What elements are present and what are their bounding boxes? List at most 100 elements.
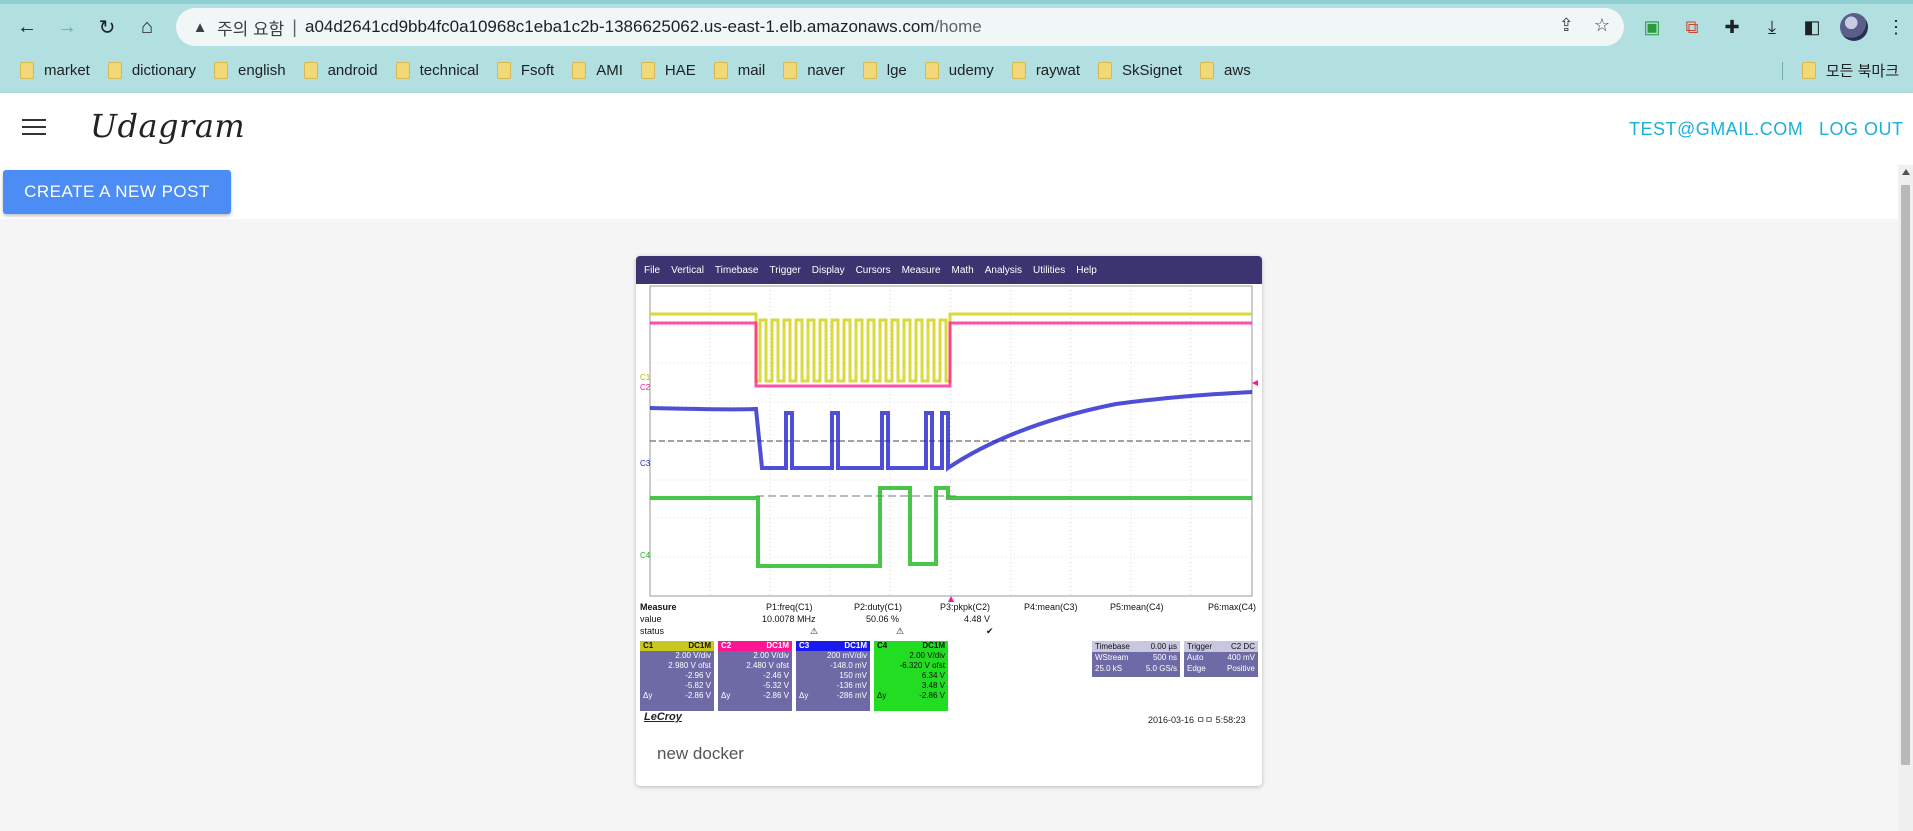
share-icon[interactable]: ⇪ (1559, 15, 1574, 36)
channel-line: -2.96 V (685, 671, 711, 680)
status-label: status (640, 626, 665, 636)
bookmark-star-icon[interactable]: ☆ (1594, 15, 1610, 36)
bookmark-folder[interactable]: HAE (640, 61, 696, 79)
channel-line: -148.0 mV (830, 661, 867, 670)
bookmark-folder[interactable]: udemy (924, 61, 994, 79)
page-scrollbar[interactable] (1898, 165, 1913, 831)
folder-icon (640, 61, 655, 79)
channel-coupling: DC1M (766, 641, 789, 650)
bookmark-folder[interactable]: naver (783, 61, 845, 79)
timebase-panel: Timebase 0.00 µs WStream 500 ns 25.0 kS 5.0… (1092, 641, 1180, 677)
timebase-label: Timebase (1095, 642, 1130, 651)
channel-line: -2.86 V (763, 691, 789, 700)
scroll-up-icon[interactable] (1902, 169, 1910, 175)
bookmark-folder[interactable]: raywat (1011, 61, 1080, 79)
side-panel-icon[interactable]: ◧ (1800, 15, 1824, 39)
delta-label: Δy (799, 691, 809, 700)
trigger-field: Edge (1187, 664, 1206, 673)
trace-label-c2: C2 (640, 383, 651, 392)
channel-line: 2.980 V ofst (668, 661, 711, 670)
trigger-label: Trigger (1187, 642, 1213, 651)
extensions-puzzle-icon[interactable]: ✚ (1720, 15, 1744, 39)
trace-label-c3: C3 (640, 459, 651, 468)
warning-icon[interactable]: ▲ (189, 19, 211, 36)
scroll-thumb[interactable] (1901, 185, 1910, 765)
folder-icon (20, 61, 34, 79)
profile-avatar[interactable] (1840, 13, 1868, 41)
channel-name: C4 (877, 641, 888, 650)
extension-green-icon[interactable]: ▣ (1640, 15, 1664, 39)
channel-line: 6.34 V (921, 671, 945, 680)
download-icon[interactable]: ⤓ (1760, 15, 1784, 39)
channel-panel-c4: C4 DC1M 2.00 V/div -6.320 V ofst 6.34 V 3… (874, 641, 948, 711)
bookmark-folder[interactable]: SkSignet (1098, 61, 1182, 79)
back-icon[interactable]: ← (12, 12, 42, 42)
trace-label-c4: C4 (640, 551, 651, 560)
post-card: File Vertical Timebase Trigger Display C… (636, 256, 1262, 786)
folder-icon (107, 61, 122, 79)
status-warning-icon: ⚠ (896, 626, 905, 636)
home-icon[interactable]: ⌂ (132, 12, 162, 42)
create-post-button[interactable]: CREATE A NEW POST (3, 170, 231, 214)
measure-p5: P5:mean(C4) (1110, 602, 1164, 612)
folder-icon (1011, 61, 1026, 79)
measure-p4: P4:mean(C3) (1024, 602, 1078, 612)
logout-button[interactable]: LOG OUT (1819, 119, 1904, 140)
timebase-value: 0.00 µs (1150, 642, 1177, 651)
reload-icon[interactable]: ↻ (92, 12, 122, 42)
bookmark-folder[interactable]: aws (1200, 61, 1251, 79)
browser-menu-icon[interactable]: ⋮ (1884, 15, 1908, 39)
url-path[interactable]: /home (934, 17, 981, 37)
app-header: Udagram TEST@GMAIL.COM LOG OUT (0, 93, 1913, 165)
measure-status-row: status ⚠ ⚠ ✔ (640, 626, 1258, 638)
measure-header-row: Measure P1:freq(C1) P2:duty(C1) P3:pkpk(… (640, 602, 1258, 614)
channel-name: C1 (643, 641, 654, 650)
bookmark-folder[interactable]: mail (713, 61, 765, 79)
post-image-oscilloscope: File Vertical Timebase Trigger Display C… (636, 256, 1262, 730)
measure-value-row: value 10.0078 MHz 50.06 % 4.48 V (640, 614, 1258, 626)
channel-line: 150 mV (839, 671, 867, 680)
bookmark-folder[interactable]: android (303, 61, 378, 79)
bookmark-folder[interactable]: technical (395, 61, 479, 79)
channel-line: -5.32 V (763, 681, 789, 690)
status-check-icon: ✔ (986, 626, 994, 636)
channel-coupling: DC1M (922, 641, 945, 650)
folder-icon (496, 61, 511, 79)
value-p1: 10.0078 MHz (762, 614, 816, 624)
bookmark-folder[interactable]: dictionary (107, 61, 196, 79)
extension-cast-icon[interactable]: ⧉ (1680, 15, 1704, 39)
channel-line: 200 mV/div (826, 651, 867, 660)
channel-line: -286 mV (836, 691, 867, 700)
channel-line: -2.46 V (763, 671, 789, 680)
channel-coupling: DC1M (844, 641, 867, 650)
bookmark-folder[interactable]: market (20, 61, 90, 79)
measure-p1: P1:freq(C1) (766, 602, 813, 612)
measure-p3: P3:pkpk(C2) (940, 602, 991, 612)
app-brand[interactable]: Udagram (90, 107, 245, 145)
folder-icon (783, 61, 798, 79)
channel-coupling: DC1M (688, 641, 711, 650)
user-email-link[interactable]: TEST@GMAIL.COM (1629, 119, 1803, 140)
channel-name: C2 (721, 641, 732, 650)
bookmark-folder[interactable]: AMI (572, 61, 623, 79)
hamburger-menu-icon[interactable] (22, 119, 46, 137)
channel-line: -2.86 V (919, 691, 945, 700)
bookmark-folder[interactable]: Fsoft (496, 61, 554, 79)
bookmark-folder[interactable]: english (214, 61, 286, 79)
value-p2: 50.06 % (866, 614, 900, 624)
bookmark-folder[interactable]: lge (862, 61, 907, 79)
channel-line: -6.320 V ofst (899, 661, 945, 670)
channel-line: 2.00 V/div (909, 651, 945, 660)
trigger-panel: Trigger C2 DC Auto 400 mV Edge Positive (1184, 641, 1258, 677)
trigger-value: C2 DC (1230, 642, 1255, 651)
url-host[interactable]: a04d2641cd9bb4fc0a10968c1eba1c2b-1386625… (305, 17, 934, 37)
all-bookmarks-folder[interactable]: 모든 북마크 (1801, 60, 1899, 81)
measure-label: Measure (640, 602, 677, 612)
bookmarks-divider (1782, 62, 1783, 80)
scope-timestamp: 2016-03-16 ㅁㅁ 5:58:23 (1148, 715, 1246, 725)
folder-icon (214, 61, 229, 79)
folder-icon (1098, 61, 1112, 79)
forward-icon[interactable]: → (52, 12, 82, 42)
address-bar[interactable]: ▲ 주의 요함 | a04d2641cd9bb4fc0a10968c1eba1c… (176, 8, 1624, 46)
security-warning-text[interactable]: 주의 요함 (217, 15, 284, 40)
